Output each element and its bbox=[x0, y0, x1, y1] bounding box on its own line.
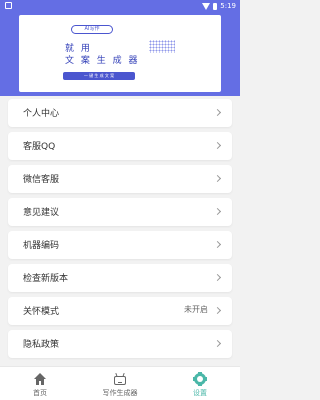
banner-title-line2: 文 案 生 成 器 bbox=[65, 56, 140, 66]
menu-item-label: 机器编码 bbox=[23, 241, 60, 251]
menu-item-personal-center[interactable]: 个人中心 bbox=[8, 99, 232, 127]
menu-item-label: 微信客服 bbox=[23, 175, 60, 185]
menu-item-care-mode[interactable]: 关怀模式 未开启 bbox=[8, 297, 232, 325]
gear-icon bbox=[193, 372, 207, 386]
bottom-nav: 首页 写作生成器 设置 bbox=[0, 366, 240, 400]
header: 5:19 AI写作 就 用 文 案 生 成 器 一 键 生 成 文 案 bbox=[0, 0, 240, 96]
banner-generate-button[interactable]: 一 键 生 成 文 案 bbox=[63, 72, 135, 80]
care-mode-status: 未开启 bbox=[184, 305, 208, 314]
menu-item-label: 个人中心 bbox=[23, 109, 60, 119]
wifi-icon bbox=[202, 2, 211, 10]
menu-item-feedback[interactable]: 意见建议 bbox=[8, 198, 232, 226]
nav-tab-label: 首页 bbox=[33, 389, 47, 397]
status-bar: 5:19 bbox=[0, 0, 240, 12]
menu-item-label: 意见建议 bbox=[23, 208, 60, 218]
chevron-right-icon bbox=[213, 306, 222, 315]
menu-item-label: 检查新版本 bbox=[23, 274, 69, 284]
home-icon bbox=[33, 373, 47, 385]
chevron-right-icon bbox=[213, 273, 222, 282]
nav-tab-settings[interactable]: 设置 bbox=[160, 367, 240, 400]
banner-tag: AI写作 bbox=[71, 25, 113, 34]
chevron-right-icon bbox=[213, 108, 222, 117]
battery-icon bbox=[213, 2, 218, 10]
menu-item-machine-code[interactable]: 机器编码 bbox=[8, 231, 232, 259]
menu-item-label: 客服QQ bbox=[23, 142, 56, 152]
menu-item-wechat-support[interactable]: 微信客服 bbox=[8, 165, 232, 193]
menu-item-label: 关怀模式 bbox=[23, 307, 60, 317]
chevron-right-icon bbox=[213, 339, 222, 348]
chevron-right-icon bbox=[213, 207, 222, 216]
nav-tab-label: 设置 bbox=[193, 389, 207, 397]
promo-banner[interactable]: AI写作 就 用 文 案 生 成 器 一 键 生 成 文 案 bbox=[19, 15, 221, 92]
chevron-right-icon bbox=[213, 240, 222, 249]
menu-item-privacy-policy[interactable]: 隐私政策 bbox=[8, 330, 232, 358]
chevron-right-icon bbox=[213, 141, 222, 150]
menu-item-label: 隐私政策 bbox=[23, 340, 60, 350]
chevron-right-icon bbox=[213, 174, 222, 183]
banner-dot-pattern bbox=[149, 40, 175, 53]
nav-tab-home[interactable]: 首页 bbox=[0, 367, 80, 400]
status-indicators: 5:19 bbox=[202, 0, 236, 12]
menu-item-check-update[interactable]: 检查新版本 bbox=[8, 264, 232, 292]
menu-item-qq-support[interactable]: 客服QQ bbox=[8, 132, 232, 160]
nav-tab-writer[interactable]: 写作生成器 bbox=[80, 367, 160, 400]
notification-icon bbox=[5, 2, 12, 9]
nav-tab-label: 写作生成器 bbox=[102, 389, 138, 397]
robot-icon bbox=[113, 372, 127, 385]
status-time: 5:19 bbox=[220, 2, 236, 10]
